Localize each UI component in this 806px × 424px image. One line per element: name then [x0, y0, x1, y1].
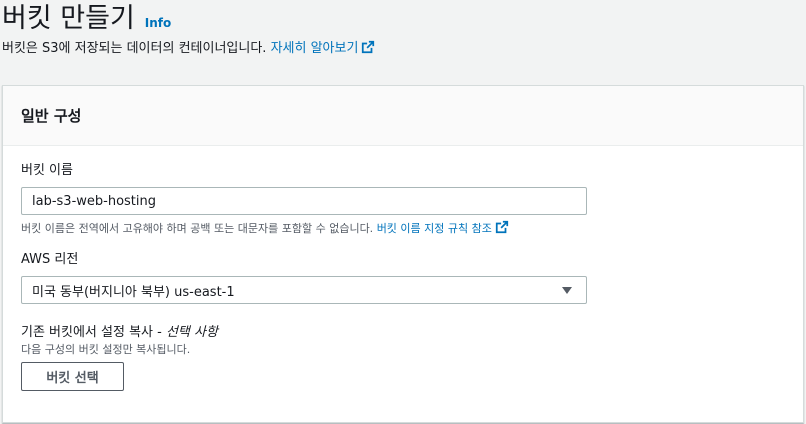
region-select[interactable]: 미국 동부(버지니아 북부) us-east-1: [21, 276, 587, 304]
page-header: 버킷 만들기 Info 버킷은 S3에 저장되는 데이터의 컨테이너입니다. 자…: [2, 0, 802, 59]
section-title: 일반 구성: [21, 107, 82, 125]
naming-rules-link[interactable]: 버킷 이름 지정 규칙 참조: [376, 220, 509, 235]
info-link[interactable]: Info: [145, 16, 171, 30]
copy-settings-description: 다음 구성의 버킷 설정만 복사됩니다.: [21, 343, 191, 356]
learn-more-label: 자세히 알아보기: [270, 41, 359, 56]
bucket-name-input[interactable]: lab-s3-web-hosting: [21, 187, 587, 215]
optional-label: 선택 사항: [165, 325, 218, 340]
description-text: 버킷은 S3에 저장되는 데이터의 컨테이너입니다.: [2, 41, 267, 56]
region-field: AWS 리전 미국 동부(버지니아 북부) us-east-1: [21, 251, 803, 304]
bucket-name-label: 버킷 이름: [21, 163, 73, 178]
naming-rules-label: 버킷 이름 지정 규칙 참조: [376, 222, 492, 235]
copy-settings-field: 기존 버킷에서 설정 복사 - 선택 사항 다음 구성의 버킷 설정만 복사됩니…: [21, 324, 803, 391]
region-selected-value: 미국 동부(버지니아 북부) us-east-1: [32, 284, 235, 300]
learn-more-link[interactable]: 자세히 알아보기: [270, 40, 376, 56]
bucket-name-field: 버킷 이름 lab-s3-web-hosting 버킷 이름은 전역에서 고유해…: [21, 162, 803, 236]
page-description: 버킷은 S3에 저장되는 데이터의 컨테이너입니다. 자세히 알아보기: [2, 39, 802, 59]
page-title: 버킷 만들기: [2, 3, 135, 34]
title-row: 버킷 만들기 Info: [2, 0, 802, 38]
panel-body: 버킷 이름 lab-s3-web-hosting 버킷 이름은 전역에서 고유해…: [3, 146, 803, 391]
panel-header: 일반 구성: [3, 86, 803, 146]
copy-settings-label-text: 기존 버킷에서 설정 복사 -: [21, 325, 166, 340]
general-config-panel: 일반 구성 버킷 이름 lab-s3-web-hosting 버킷 이름은 전역…: [2, 85, 804, 423]
caret-down-icon: [562, 286, 572, 294]
choose-bucket-button[interactable]: 버킷 선택: [21, 362, 124, 391]
region-label: AWS 리전: [21, 252, 79, 267]
constraint-text: 버킷 이름은 전역에서 고유해야 하며 공백 또는 대문자를 포함할 수 없습니…: [21, 222, 374, 235]
bucket-name-value: lab-s3-web-hosting: [32, 193, 156, 209]
bucket-name-constraint: 버킷 이름은 전역에서 고유해야 하며 공백 또는 대문자를 포함할 수 없습니…: [21, 220, 803, 236]
external-link-icon: [362, 40, 375, 54]
copy-settings-label: 기존 버킷에서 설정 복사 - 선택 사항: [21, 324, 803, 342]
external-link-icon: [495, 220, 508, 234]
